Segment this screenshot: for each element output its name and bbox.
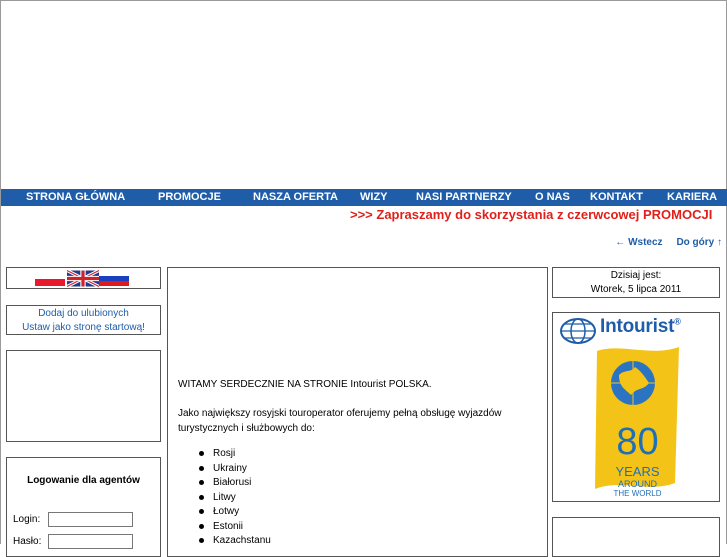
top-link[interactable]: Do góry ↑ [676,237,722,248]
header-banner [1,1,726,189]
anniversary-world: THE WORLD [613,489,662,498]
login-label: Login: [13,514,41,525]
nav-contact[interactable]: KONTAKT [590,189,643,206]
list-item: Białorusi [199,475,271,490]
russian-flag-icon[interactable] [99,271,129,286]
list-item: Ukrainy [199,461,271,476]
main-navigation: STRONA GŁÓWNA PROMOCJE NASZA OFERTA WIZY… [1,189,727,206]
list-item: Estonii [199,519,271,534]
nav-promotions[interactable]: PROMOCJE [158,189,221,206]
anniversary-years: YEARS [615,464,660,479]
intourist-logo-box[interactable]: Intourist® 80 YEARS AROUND THE WORLD [552,312,720,502]
nav-visas[interactable]: WIZY [360,189,388,206]
anniversary-flag: 80 YEARS AROUND THE WORLD [591,343,684,498]
list-item: Rosji [199,446,271,461]
anniversary-around: AROUND [617,479,657,489]
brand-name: Intourist® [600,316,681,337]
intro-text-line1: Jako największy rosyjski touroperator of… [178,408,502,419]
nav-career[interactable]: KARIERA [667,189,717,206]
globe-logo-icon [560,318,596,344]
language-flags [6,267,161,289]
set-homepage-link[interactable]: Ustaw jako stronę startową! [7,321,160,335]
right-empty-box [552,517,720,557]
nav-partners[interactable]: NASI PARTNERZY [416,189,512,206]
agent-login-box: Logowanie dla agentów Login: Hasło: [6,457,161,557]
nav-about[interactable]: O NAS [535,189,570,206]
intro-text-line2: turystycznych i służbowych do: [178,423,315,434]
anniversary-number: 80 [616,421,659,463]
password-input[interactable] [48,534,133,549]
password-label: Hasło: [13,536,42,547]
date-box: Dzisiaj jest: Wtorek, 5 lipca 2011 [552,267,720,298]
welcome-text: WITAMY SERDECZNIE NA STRONIE Intourist P… [178,379,432,390]
favorites-box: Dodaj do ulubionych Ustaw jako stronę st… [6,305,161,335]
countries-list: Rosji Ukrainy Białorusi Litwy Łotwy Esto… [178,446,271,548]
back-link[interactable]: ← Wstecz [615,237,662,248]
login-input[interactable] [48,512,133,527]
login-title: Logowanie dla agentów [27,475,140,486]
date-label: Dzisiaj jest: [610,270,662,281]
nav-home[interactable]: STRONA GŁÓWNA [26,189,125,206]
list-item: Litwy [199,490,271,505]
left-empty-box [6,350,161,442]
list-item: Kazachstanu [199,535,271,546]
polish-flag-icon[interactable] [35,271,65,286]
promo-marquee[interactable]: >>> Zapraszamy do skorzystania z czerwco… [350,207,712,222]
add-favorites-link[interactable]: Dodaj do ulubionych [7,307,160,321]
main-content: WITAMY SERDECZNIE NA STRONIE Intourist P… [167,267,548,557]
list-item: Łotwy [199,504,271,519]
date-value: Wtorek, 5 lipca 2011 [590,284,682,295]
back-links: ← Wstecz Do góry ↑ [615,237,722,248]
english-flag-icon[interactable] [67,270,99,287]
nav-offer[interactable]: NASZA OFERTA [253,189,338,206]
